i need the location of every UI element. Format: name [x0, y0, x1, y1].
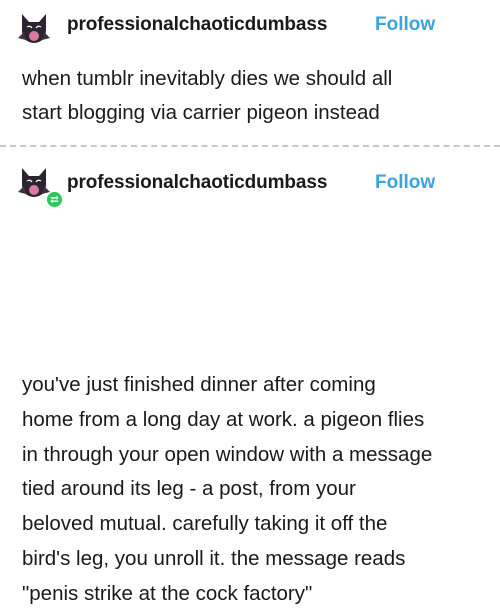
- follow-button[interactable]: Follow: [375, 14, 435, 36]
- post-text: when tumblr inevitably dies we should al…: [22, 67, 393, 124]
- follow-button[interactable]: Follow: [375, 172, 435, 194]
- username[interactable]: professionalchaoticdumbass: [67, 14, 327, 36]
- post-header: professionalchaoticdumbass Follow: [0, 152, 500, 197]
- cat-avatar-icon[interactable]: [16, 10, 52, 46]
- post-text: you've just finished dinner after coming…: [22, 373, 433, 605]
- username[interactable]: professionalchaoticdumbass: [67, 172, 327, 194]
- reblog-icon: [46, 191, 63, 208]
- post-divider: [0, 145, 500, 147]
- post-header: professionalchaoticdumbass Follow: [0, 0, 500, 44]
